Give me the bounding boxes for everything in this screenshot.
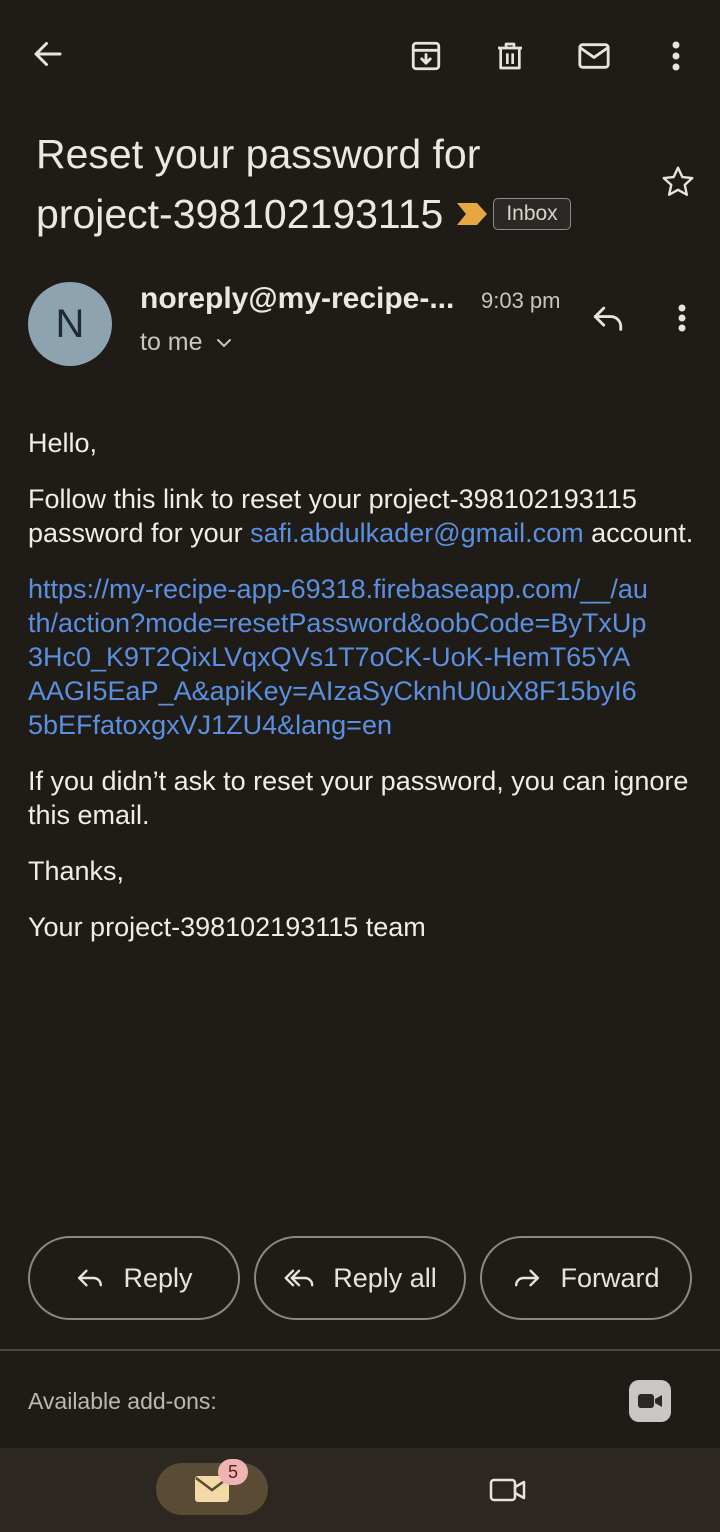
subject-line-1: Reset your password for bbox=[36, 131, 481, 177]
sender-address[interactable]: noreply@my-recipe-... bbox=[140, 282, 454, 316]
email-body: Hello, Follow this link to reset your pr… bbox=[28, 426, 698, 966]
avatar-letter: N bbox=[55, 301, 85, 346]
more-options-button[interactable] bbox=[652, 32, 700, 80]
body-paragraph-1: Follow this link to reset your project-3… bbox=[28, 482, 698, 550]
nav-mail-tab[interactable] bbox=[156, 1463, 268, 1515]
mark-unread-button[interactable] bbox=[570, 32, 618, 80]
forward-button[interactable]: Forward bbox=[480, 1236, 692, 1320]
addons-label: Available add-ons: bbox=[28, 1388, 217, 1414]
delete-button[interactable] bbox=[486, 32, 534, 80]
reply-label: Reply bbox=[123, 1262, 193, 1293]
recipient-details-toggle[interactable]: to me bbox=[140, 328, 233, 357]
video-camera-icon bbox=[489, 1478, 526, 1502]
reply-button-header[interactable] bbox=[584, 294, 632, 342]
body-paragraph-3: If you didn’t ask to reset your password… bbox=[28, 766, 689, 830]
sender-avatar[interactable]: N bbox=[28, 282, 112, 366]
archive-icon bbox=[411, 41, 441, 71]
reply-button[interactable]: Reply bbox=[28, 1236, 240, 1320]
reset-password-link[interactable]: https://my-recipe-app-69318.firebaseapp.… bbox=[28, 572, 648, 742]
reply-all-label: Reply all bbox=[333, 1262, 437, 1293]
nav-meet-tab[interactable] bbox=[484, 1466, 532, 1514]
signature: Your project-398102193115 team bbox=[28, 912, 426, 942]
chevron-down-icon bbox=[216, 338, 231, 347]
email-address-link[interactable]: safi.abdulkader@gmail.com bbox=[250, 518, 584, 548]
reply-icon bbox=[593, 306, 623, 331]
more-vert-icon bbox=[672, 41, 680, 71]
forward-label: Forward bbox=[560, 1262, 660, 1293]
subject-line-2: project-398102193115 bbox=[36, 191, 444, 237]
reply-all-icon bbox=[284, 1269, 314, 1287]
greeting: Hello, bbox=[28, 428, 98, 458]
closing: Thanks, bbox=[28, 856, 125, 886]
reply-all-button[interactable]: Reply all bbox=[254, 1236, 466, 1320]
mail-icon bbox=[578, 43, 610, 69]
inbox-label-badge[interactable]: Inbox bbox=[493, 198, 571, 230]
unread-count-badge: 5 bbox=[218, 1459, 248, 1485]
email-time: 9:03 pm bbox=[481, 288, 561, 313]
importance-marker-icon[interactable] bbox=[457, 203, 488, 225]
email-subject: Reset your password for project-39810219… bbox=[36, 124, 636, 244]
archive-button[interactable] bbox=[402, 32, 450, 80]
star-button[interactable] bbox=[652, 156, 704, 208]
trash-icon bbox=[498, 42, 522, 70]
divider bbox=[0, 1349, 720, 1351]
reply-icon bbox=[78, 1269, 103, 1287]
meet-addon-button[interactable] bbox=[629, 1380, 671, 1422]
forward-icon bbox=[515, 1269, 540, 1287]
arrow-back-icon bbox=[34, 42, 62, 66]
bottom-navigation bbox=[0, 1448, 720, 1532]
star-icon bbox=[662, 166, 694, 196]
more-vert-icon bbox=[678, 304, 686, 332]
message-more-button[interactable] bbox=[658, 294, 706, 342]
body-text: account. bbox=[583, 518, 694, 548]
recipient-label: to me bbox=[140, 328, 203, 356]
back-button[interactable] bbox=[24, 30, 72, 78]
video-camera-icon bbox=[638, 1394, 662, 1408]
